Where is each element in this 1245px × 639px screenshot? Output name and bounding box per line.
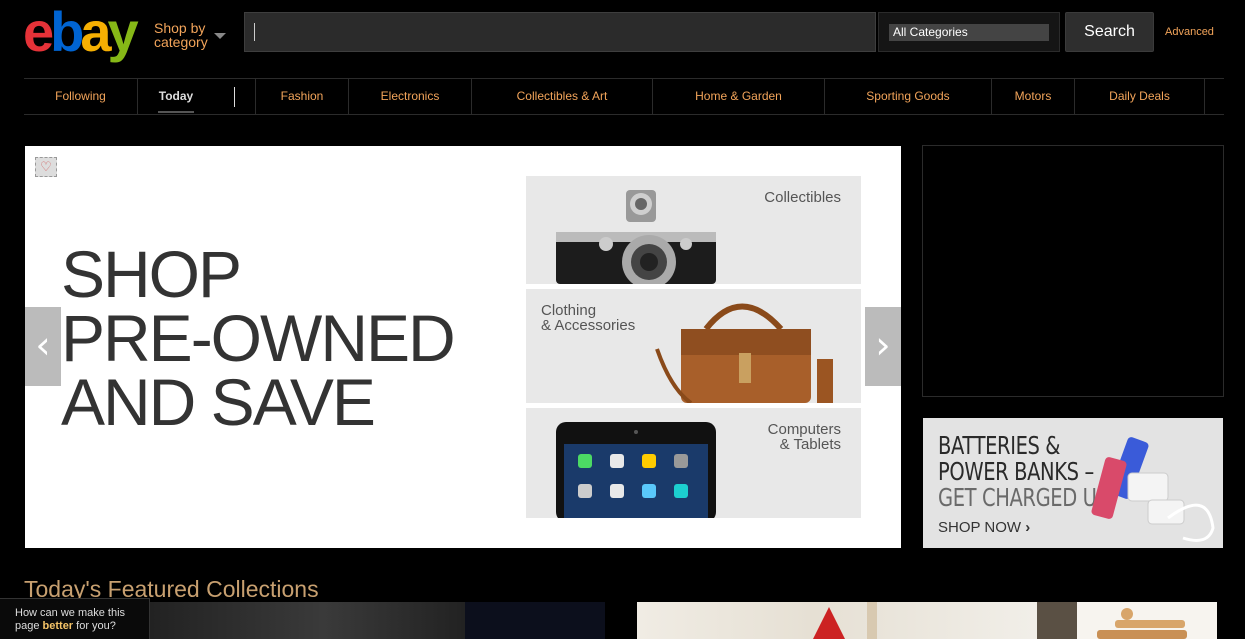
nav-item-fashion[interactable]: Fashion — [255, 79, 349, 114]
logo-letter-a: a — [80, 0, 111, 63]
feedback-line-2: page better for you? — [15, 620, 149, 633]
promo-cta-label: SHOP NOW — [938, 519, 1022, 536]
nav-item-collectibles-art[interactable]: Collectibles & Art — [472, 79, 653, 114]
tile-label-line: & Tablets — [779, 436, 841, 453]
collection-card-1[interactable] — [150, 602, 465, 639]
hero-carousel[interactable]: ♡ SHOP PRE-OWNED AND SAVE Collectibles C… — [25, 146, 901, 548]
handbag-image — [655, 303, 833, 403]
collection-card-3-image — [813, 602, 1077, 639]
chevron-right-icon: › — [1025, 519, 1031, 536]
nav-item-today[interactable]: Today — [138, 79, 214, 114]
promo-line-2: POWER BANKS – — [938, 457, 1094, 486]
search-button[interactable]: Search — [1065, 12, 1154, 52]
nav-divider — [234, 87, 235, 107]
collection-card-3[interactable] — [637, 602, 1077, 639]
tile-computers-tablets[interactable]: Computers & Tablets — [526, 408, 861, 518]
headline-line-3: AND SAVE — [61, 365, 376, 439]
search-box[interactable] — [244, 12, 876, 53]
advanced-search-link[interactable]: Advanced — [1165, 26, 1214, 38]
tile-label-line: Clothing — [541, 302, 597, 319]
ad-slot — [922, 145, 1224, 397]
heart-icon[interactable]: ♡ — [35, 157, 57, 177]
category-label: category — [154, 34, 208, 50]
feedback-bold-text: better — [42, 620, 74, 632]
carousel-next-button[interactable]: › — [865, 307, 901, 386]
tile-label-line: Collectibles — [764, 189, 841, 206]
tile-label-line: & Accessories — [541, 317, 636, 334]
ebay-logo[interactable]: ebay — [23, 4, 139, 60]
nav-item-daily-deals[interactable]: Daily Deals — [1075, 79, 1205, 114]
promo-batteries-banner[interactable]: BATTERIES & POWER BANKS – GET CHARGED UP… — [923, 418, 1223, 548]
camera-image — [556, 190, 716, 284]
category-select-wrapper[interactable]: All Categories — [878, 12, 1060, 52]
carousel-prev-button[interactable]: ‹ — [25, 307, 61, 386]
promo-shop-now-link[interactable]: SHOP NOW › — [938, 519, 1030, 536]
nav-item-electronics[interactable]: Electronics — [349, 79, 472, 114]
nav-item-following[interactable]: Following — [24, 79, 138, 114]
tile-label-computers: Computers & Tablets — [768, 422, 841, 452]
search-input[interactable] — [259, 13, 863, 53]
logo-letter-b: b — [50, 0, 84, 63]
shop-by-label: Shop by — [154, 20, 206, 36]
logo-letter-e: e — [23, 0, 54, 63]
nav-item-motors[interactable]: Motors — [992, 79, 1075, 114]
category-select[interactable]: All Categories — [889, 24, 1049, 41]
nav-item-home-garden[interactable]: Home & Garden — [653, 79, 825, 114]
tile-label-collectibles: Collectibles — [764, 190, 841, 205]
feedback-tab[interactable]: How can we make this page better for you… — [0, 598, 150, 639]
logo-letter-y: y — [107, 0, 139, 63]
promo-line-1: BATTERIES & — [938, 431, 1061, 460]
nav-item-sporting-goods[interactable]: Sporting Goods — [825, 79, 992, 114]
power-bank-image — [1091, 437, 1215, 542]
feedback-text: page — [15, 620, 43, 632]
chevron-down-icon — [214, 33, 226, 39]
active-tab-indicator — [158, 111, 194, 113]
collection-card-2[interactable] — [465, 602, 605, 639]
headline-line-2: PRE-OWNED — [61, 301, 456, 375]
tile-clothing-accessories[interactable]: Clothing & Accessories — [526, 289, 861, 403]
headline-line-1: SHOP — [61, 237, 242, 311]
tile-collectibles[interactable]: Collectibles — [526, 176, 861, 284]
text-cursor — [254, 23, 255, 41]
tile-label-line: Computers — [767, 421, 841, 438]
tile-label-clothing: Clothing & Accessories — [541, 303, 635, 333]
collection-card-4[interactable] — [1077, 602, 1217, 639]
feedback-text: for you? — [73, 620, 116, 632]
tablet-image — [556, 422, 716, 518]
nav-item-today-label: Today — [158, 89, 194, 103]
promo-line-3: GET CHARGED UP — [938, 483, 1108, 512]
shop-by-category-button[interactable]: Shop by category — [154, 20, 226, 50]
category-nav: Following Today Fashion Electronics Coll… — [24, 78, 1224, 115]
feedback-line-1: How can we make this — [15, 607, 126, 619]
hero-headline: SHOP PRE-OWNED AND SAVE — [61, 237, 456, 439]
collection-card-4-image — [1097, 608, 1187, 639]
